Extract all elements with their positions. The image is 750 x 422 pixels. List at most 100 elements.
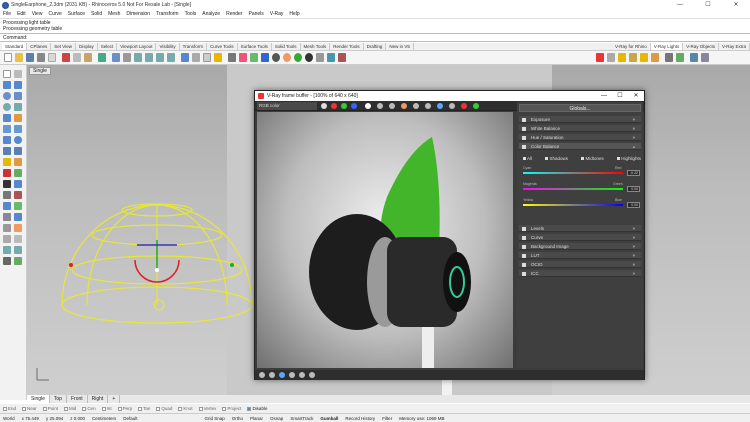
menu-file[interactable]: File	[3, 11, 11, 17]
vray-fur-icon[interactable]	[676, 53, 684, 62]
paste-icon[interactable]	[84, 53, 92, 62]
magenta-green-slider[interactable]	[523, 188, 623, 190]
polygon-icon[interactable]	[3, 114, 11, 122]
polyline-icon[interactable]	[3, 81, 11, 89]
layer-white-balance[interactable]: White Balance ▾	[519, 125, 641, 132]
tab-vray-extra[interactable]: V-Ray Extra	[719, 43, 750, 50]
box-icon[interactable]	[3, 136, 11, 144]
tab-display[interactable]: Display	[76, 43, 98, 50]
tab-render-tools[interactable]: Render Tools	[330, 43, 364, 50]
explode-icon[interactable]	[3, 180, 11, 188]
cut-icon[interactable]	[62, 53, 70, 62]
rendered-sphere-icon[interactable]	[294, 53, 302, 62]
arc-icon[interactable]	[14, 92, 22, 100]
expand-icon[interactable]: ▾	[633, 261, 635, 268]
osnap-vertex[interactable]: Vertex	[198, 406, 216, 411]
expand-icon[interactable]: ▾	[633, 134, 635, 141]
light-source-icon[interactable]	[153, 299, 165, 311]
render-icon[interactable]	[250, 53, 258, 62]
channel-select[interactable]: RGB color	[257, 102, 317, 110]
track-mouse-icon[interactable]	[425, 103, 431, 109]
expand-icon[interactable]: ▾	[633, 225, 635, 232]
checkbox-icon[interactable]	[522, 135, 526, 140]
history-icon[interactable]	[3, 257, 11, 265]
rotate-view-icon[interactable]	[123, 53, 131, 62]
yellow-blue-value[interactable]: 0.00	[627, 202, 640, 208]
open-folder-icon[interactable]	[15, 53, 23, 62]
gumball-center[interactable]	[155, 268, 159, 272]
option-shadows[interactable]: Shadows	[545, 156, 568, 161]
menu-render[interactable]: Render	[226, 11, 242, 17]
join-icon[interactable]	[14, 169, 22, 177]
osnap-quad[interactable]: Quad	[156, 406, 172, 411]
expand-icon[interactable]: ▾	[633, 252, 635, 259]
menu-dimension[interactable]: Dimension	[126, 11, 150, 17]
record-history-toggle[interactable]: Record History	[345, 416, 375, 421]
help-icon[interactable]	[338, 53, 346, 62]
layer-background-image[interactable]: Background Image ▾	[519, 243, 641, 250]
layer-color-balance[interactable]: Color Balance ▴	[519, 143, 641, 150]
scale-icon[interactable]	[3, 202, 11, 210]
tab-select[interactable]: Select	[98, 43, 118, 50]
tab-visibility[interactable]: Visibility	[156, 43, 180, 50]
mesh-icon[interactable]	[14, 147, 22, 155]
layer-icc[interactable]: ICC ▾	[519, 270, 641, 277]
checkbox-icon[interactable]	[522, 117, 526, 122]
undo-icon[interactable]	[98, 53, 106, 62]
mirror-icon[interactable]	[14, 202, 22, 210]
checkbox-icon[interactable]	[522, 235, 526, 240]
checkbox-icon[interactable]	[522, 271, 526, 276]
osnap-toggle[interactable]: Osnap	[270, 416, 283, 421]
viewport-tab-top[interactable]: Top	[50, 395, 67, 403]
select-arrow-icon[interactable]	[3, 70, 11, 78]
osnap-near[interactable]: Near	[22, 406, 37, 411]
green-channel-icon[interactable]	[341, 103, 347, 109]
osnap-int[interactable]: Int	[101, 406, 112, 411]
expand-icon[interactable]: ▾	[633, 116, 635, 123]
menu-solid[interactable]: Solid	[91, 11, 102, 17]
vray-dome-icon[interactable]	[651, 53, 659, 62]
menu-analyze[interactable]: Analyze	[202, 11, 220, 17]
menu-view[interactable]: View	[32, 11, 43, 17]
group-icon[interactable]	[14, 180, 22, 188]
viewport-tab-single[interactable]: Single	[27, 395, 50, 403]
light-icon[interactable]	[3, 158, 11, 166]
vray-options-icon[interactable]	[607, 53, 615, 62]
menu-tools[interactable]: Tools	[185, 11, 197, 17]
stop-render-icon[interactable]	[461, 103, 467, 109]
rotate-icon[interactable]	[14, 191, 22, 199]
blue-channel-icon[interactable]	[351, 103, 357, 109]
history-panel-icon[interactable]	[259, 372, 265, 378]
expand-icon[interactable]: ▾	[633, 234, 635, 241]
layer-ocio[interactable]: OCIO ▾	[519, 261, 641, 268]
osnap-tan[interactable]: Tan	[138, 406, 150, 411]
collapse-icon[interactable]: ▴	[633, 143, 635, 150]
cyan-red-value[interactable]: -0.22	[627, 170, 640, 176]
split-icon[interactable]	[3, 169, 11, 177]
select-icon[interactable]	[181, 53, 189, 62]
zoom-icon[interactable]	[134, 53, 142, 62]
viewport-tab-front[interactable]: Front	[67, 395, 88, 403]
load-image-icon[interactable]	[389, 103, 395, 109]
tab-standard[interactable]: Standard	[2, 43, 28, 50]
ellipse-icon[interactable]	[3, 103, 11, 111]
layer-levels[interactable]: Levels ▾	[519, 225, 641, 232]
alpha-channel-icon[interactable]	[365, 103, 371, 109]
surface-icon[interactable]	[3, 125, 11, 133]
planar-toggle[interactable]: Planar	[250, 416, 263, 421]
render-start-icon[interactable]	[473, 103, 479, 109]
properties-icon[interactable]	[239, 53, 247, 62]
hide-icon[interactable]	[3, 246, 11, 254]
import-icon[interactable]	[48, 53, 56, 62]
save-icon[interactable]	[26, 53, 34, 62]
vray-proxy-icon[interactable]	[665, 53, 673, 62]
maximize-button[interactable]: ☐	[694, 0, 722, 10]
array-icon[interactable]	[3, 213, 11, 221]
tab-viewport-layout[interactable]: Viewport Layout	[117, 43, 157, 50]
add-viewport-button[interactable]: +	[108, 395, 121, 403]
region-render-icon[interactable]	[437, 103, 443, 109]
red-channel-icon[interactable]	[331, 103, 337, 109]
minimize-button[interactable]: —	[666, 0, 694, 10]
tab-solid-tools[interactable]: Solid Tools	[272, 43, 301, 50]
stamp-icon[interactable]	[289, 372, 295, 378]
